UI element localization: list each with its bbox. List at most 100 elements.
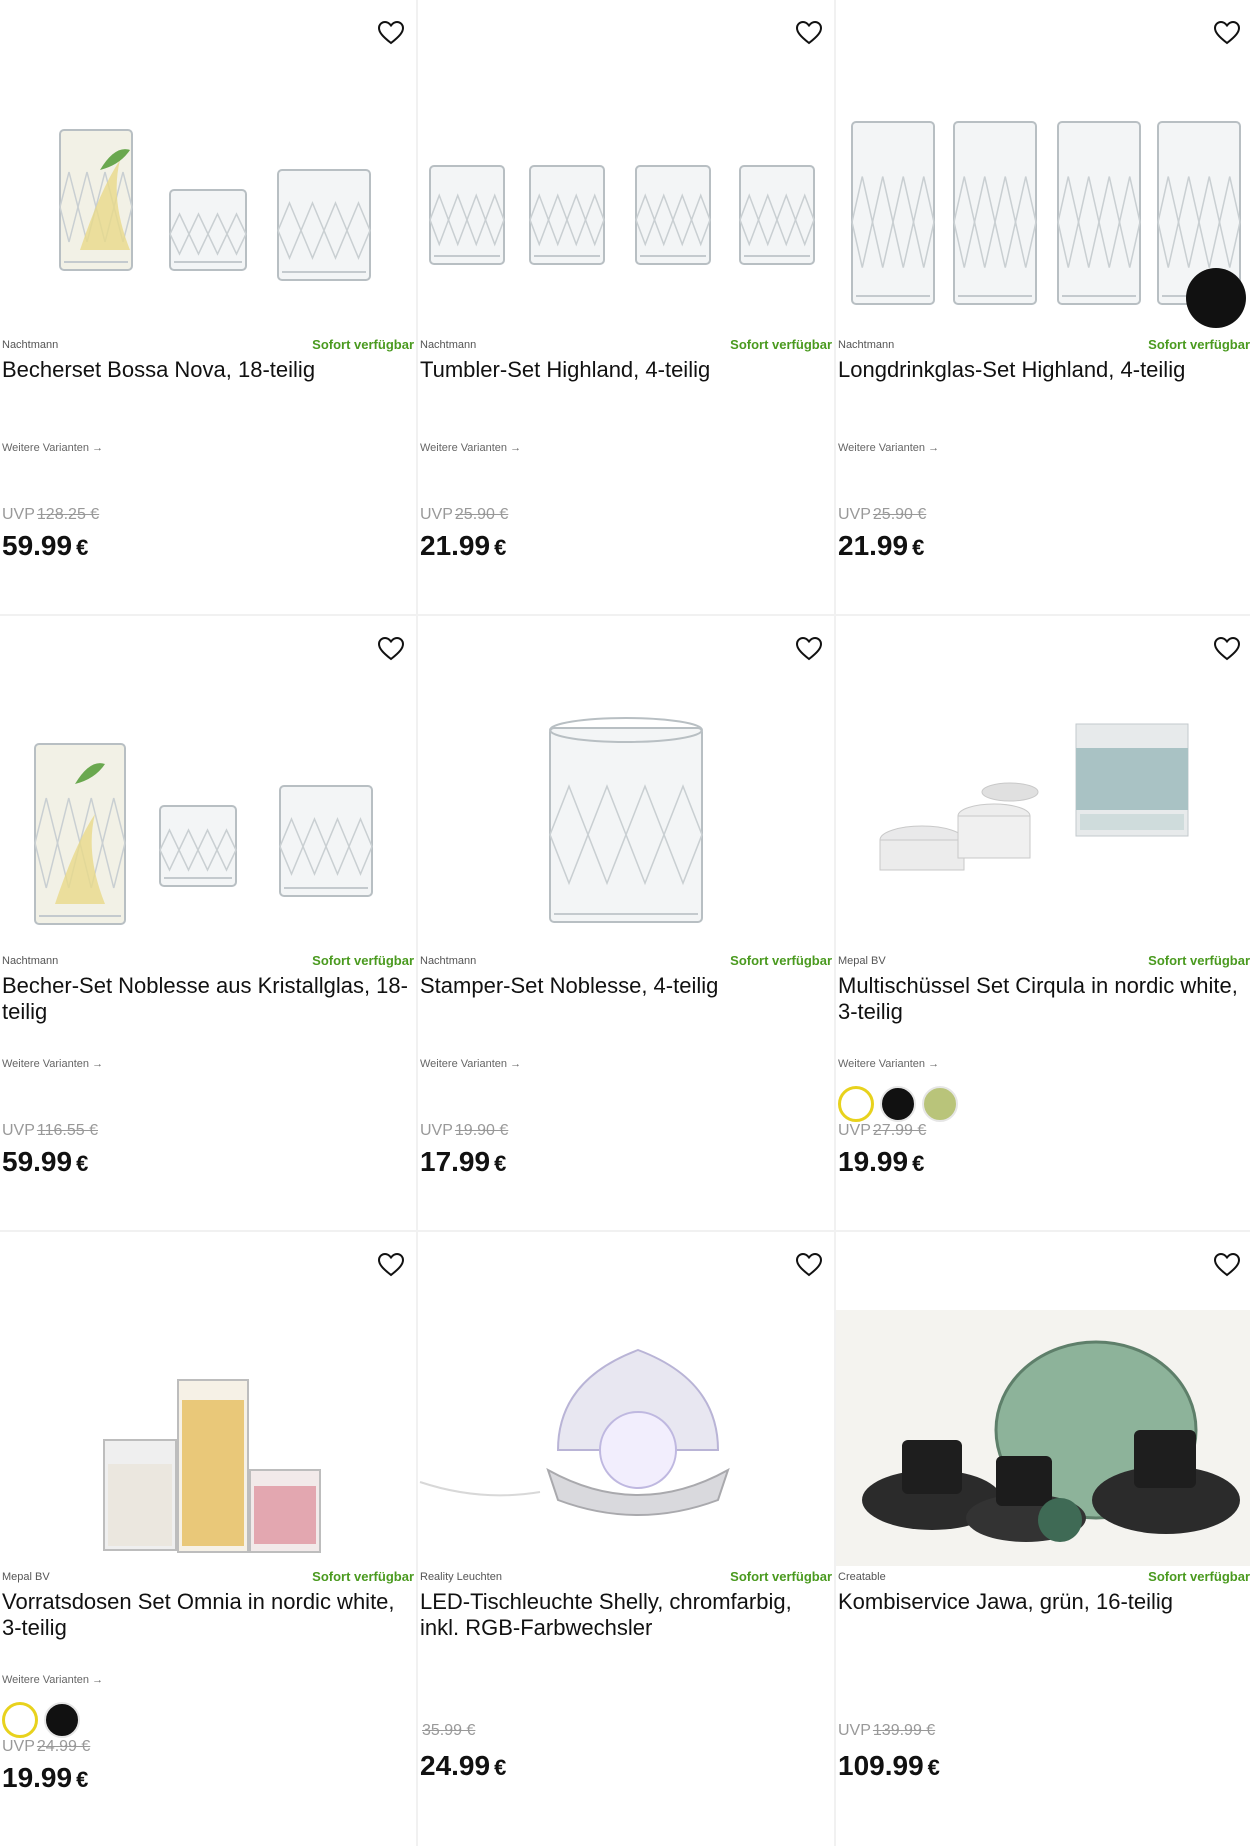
product-title[interactable]: Multischüssel Set Cirqula in nordic whit… bbox=[838, 973, 1246, 1025]
uvp-label: UVP bbox=[2, 1122, 35, 1139]
more-variants-link[interactable]: Weitere Varianten → bbox=[420, 442, 521, 454]
availability-label: Sofort verfügbar bbox=[730, 337, 832, 352]
uvp-old-price: 25.90 € bbox=[454, 506, 509, 523]
price-value: 59.99 bbox=[2, 1146, 73, 1177]
uvp-price: UVP 25.90 € bbox=[420, 506, 508, 524]
product-image[interactable] bbox=[0, 664, 416, 950]
product-card[interactable]: Nachtmann Sofort verfügbar Tumbler-Set Hig… bbox=[418, 0, 834, 614]
color-swatch[interactable] bbox=[2, 1702, 38, 1738]
availability-label: Sofort verfügbar bbox=[730, 1569, 832, 1584]
price-currency: € bbox=[927, 1755, 940, 1780]
current-price: 24.99 € bbox=[420, 1750, 506, 1782]
product-title[interactable]: Tumbler-Set Highland, 4-teilig bbox=[420, 357, 828, 383]
color-swatch[interactable] bbox=[44, 1702, 80, 1738]
product-image[interactable] bbox=[0, 1280, 416, 1566]
color-swatch[interactable] bbox=[922, 1086, 958, 1122]
price-value: 19.99 bbox=[2, 1762, 73, 1793]
product-card[interactable]: Nachtmann Sofort verfügbar Becherset Bossa… bbox=[0, 0, 416, 614]
brand-label: Creatable bbox=[838, 1571, 886, 1583]
uvp-old-price: 35.99 € bbox=[422, 1722, 476, 1739]
uvp-old-price: 27.99 € bbox=[872, 1122, 927, 1139]
product-title[interactable]: Becher-Set Noblesse aus Kristallglas, 18… bbox=[2, 973, 410, 1025]
current-price: 59.99 € bbox=[2, 1146, 88, 1178]
color-swatches bbox=[2, 1702, 80, 1738]
wishlist-heart-icon[interactable] bbox=[376, 634, 406, 664]
uvp-price: UVP 25.90 € bbox=[838, 506, 926, 524]
wishlist-heart-icon[interactable] bbox=[1212, 18, 1242, 48]
availability-label: Sofort verfügbar bbox=[312, 337, 414, 352]
price-currency: € bbox=[76, 1767, 89, 1792]
product-card[interactable]: Mepal BV Sofort verfügbar Vorratsdosen Set… bbox=[0, 1232, 416, 1846]
product-title[interactable]: Becherset Bossa Nova, 18-teilig bbox=[2, 357, 410, 383]
product-image[interactable] bbox=[836, 48, 1250, 334]
wishlist-heart-icon[interactable] bbox=[794, 1250, 824, 1280]
brand-label: Nachtmann bbox=[2, 339, 59, 351]
more-variants-link[interactable]: Weitere Varianten → bbox=[420, 1058, 521, 1070]
price-value: 21.99 bbox=[420, 530, 491, 561]
uvp-label: UVP bbox=[2, 506, 35, 523]
uvp-price: UVP 24.99 € bbox=[2, 1738, 90, 1756]
product-image[interactable] bbox=[836, 1280, 1250, 1566]
more-variants-link[interactable]: Weitere Varianten → bbox=[838, 442, 939, 454]
uvp-label: UVP bbox=[420, 506, 453, 523]
uvp-old-price: 139.99 € bbox=[872, 1722, 936, 1739]
price-value: 24.99 bbox=[420, 1750, 491, 1781]
availability-label: Sofort verfügbar bbox=[312, 953, 414, 968]
product-title[interactable]: LED-Tischleuchte Shelly, chromfarbig, in… bbox=[420, 1589, 828, 1641]
brand-label: Nachtmann bbox=[420, 339, 477, 351]
product-card[interactable]: Nachtmann Sofort verfügbar Becher-Set Nobl… bbox=[0, 616, 416, 1230]
wishlist-heart-icon[interactable] bbox=[376, 1250, 406, 1280]
uvp-old-price: 116.55 € bbox=[36, 1122, 98, 1139]
wishlist-heart-icon[interactable] bbox=[794, 634, 824, 664]
wishlist-heart-icon[interactable] bbox=[1212, 634, 1242, 664]
more-variants-link[interactable]: Weitere Varianten → bbox=[2, 1058, 103, 1070]
price-currency: € bbox=[912, 1151, 925, 1176]
product-title[interactable]: Kombiservice Jawa, grün, 16-teilig bbox=[838, 1589, 1246, 1615]
color-swatch[interactable] bbox=[838, 1086, 874, 1122]
brand-label: Nachtmann bbox=[420, 955, 477, 967]
more-variants-link[interactable]: Weitere Varianten → bbox=[2, 442, 103, 454]
price-currency: € bbox=[76, 535, 89, 560]
availability-label: Sofort verfügbar bbox=[1148, 953, 1250, 968]
more-variants-link[interactable]: Weitere Varianten → bbox=[2, 1674, 103, 1686]
current-price: 17.99 € bbox=[420, 1146, 506, 1178]
price-currency: € bbox=[494, 1755, 507, 1780]
brand-label: Mepal BV bbox=[2, 1571, 50, 1583]
uvp-price: UVP 128.25 € bbox=[2, 506, 99, 524]
product-title[interactable]: Vorratsdosen Set Omnia in nordic white, … bbox=[2, 1589, 410, 1641]
price-value: 21.99 bbox=[838, 530, 909, 561]
wishlist-heart-icon[interactable] bbox=[376, 18, 406, 48]
product-card[interactable]: Creatable Sofort verfügbar Kombiservice Ja… bbox=[836, 1232, 1250, 1846]
product-image[interactable] bbox=[418, 664, 834, 950]
more-variants-link[interactable]: Weitere Varianten → bbox=[838, 1058, 939, 1070]
uvp-old-price: 24.99 € bbox=[36, 1738, 91, 1755]
product-image[interactable] bbox=[836, 664, 1250, 950]
product-image[interactable] bbox=[0, 48, 416, 334]
current-price: 59.99 € bbox=[2, 530, 88, 562]
price-value: 17.99 bbox=[420, 1146, 491, 1177]
product-card[interactable]: Nachtmann Sofort verfügbar Stamper-Set Nob… bbox=[418, 616, 834, 1230]
product-image[interactable] bbox=[418, 48, 834, 334]
uvp-label: UVP bbox=[838, 506, 871, 523]
wishlist-heart-icon[interactable] bbox=[794, 18, 824, 48]
brand-label: Nachtmann bbox=[838, 339, 895, 351]
price-value: 109.99 bbox=[838, 1750, 924, 1781]
product-image[interactable] bbox=[418, 1280, 834, 1566]
product-card[interactable]: Nachtmann Sofort verfügbar Longdrinkglas-S… bbox=[836, 0, 1250, 614]
wishlist-heart-icon[interactable] bbox=[1212, 1250, 1242, 1280]
uvp-price: UVP 116.55 € bbox=[2, 1122, 98, 1140]
uvp-label: UVP bbox=[838, 1122, 871, 1139]
uvp-price: UVP 27.99 € bbox=[838, 1122, 926, 1140]
product-title[interactable]: Stamper-Set Noblesse, 4-teilig bbox=[420, 973, 828, 999]
availability-label: Sofort verfügbar bbox=[730, 953, 832, 968]
brand-label: Reality Leuchten bbox=[420, 1571, 502, 1583]
product-grid: Nachtmann Sofort verfügbar Becherset Bossa… bbox=[0, 0, 1250, 1846]
uvp-old-price: 128.25 € bbox=[36, 506, 100, 523]
current-price: 21.99 € bbox=[420, 530, 506, 562]
product-card[interactable]: Reality Leuchten Sofort verfügbar LED-Tisc… bbox=[418, 1232, 834, 1846]
brand-label: Mepal BV bbox=[838, 955, 886, 967]
product-title[interactable]: Longdrinkglas-Set Highland, 4-teilig bbox=[838, 357, 1246, 383]
price-currency: € bbox=[494, 535, 507, 560]
color-swatch[interactable] bbox=[880, 1086, 916, 1122]
product-card[interactable]: Mepal BV Sofort verfügbar Multischüssel Se… bbox=[836, 616, 1250, 1230]
